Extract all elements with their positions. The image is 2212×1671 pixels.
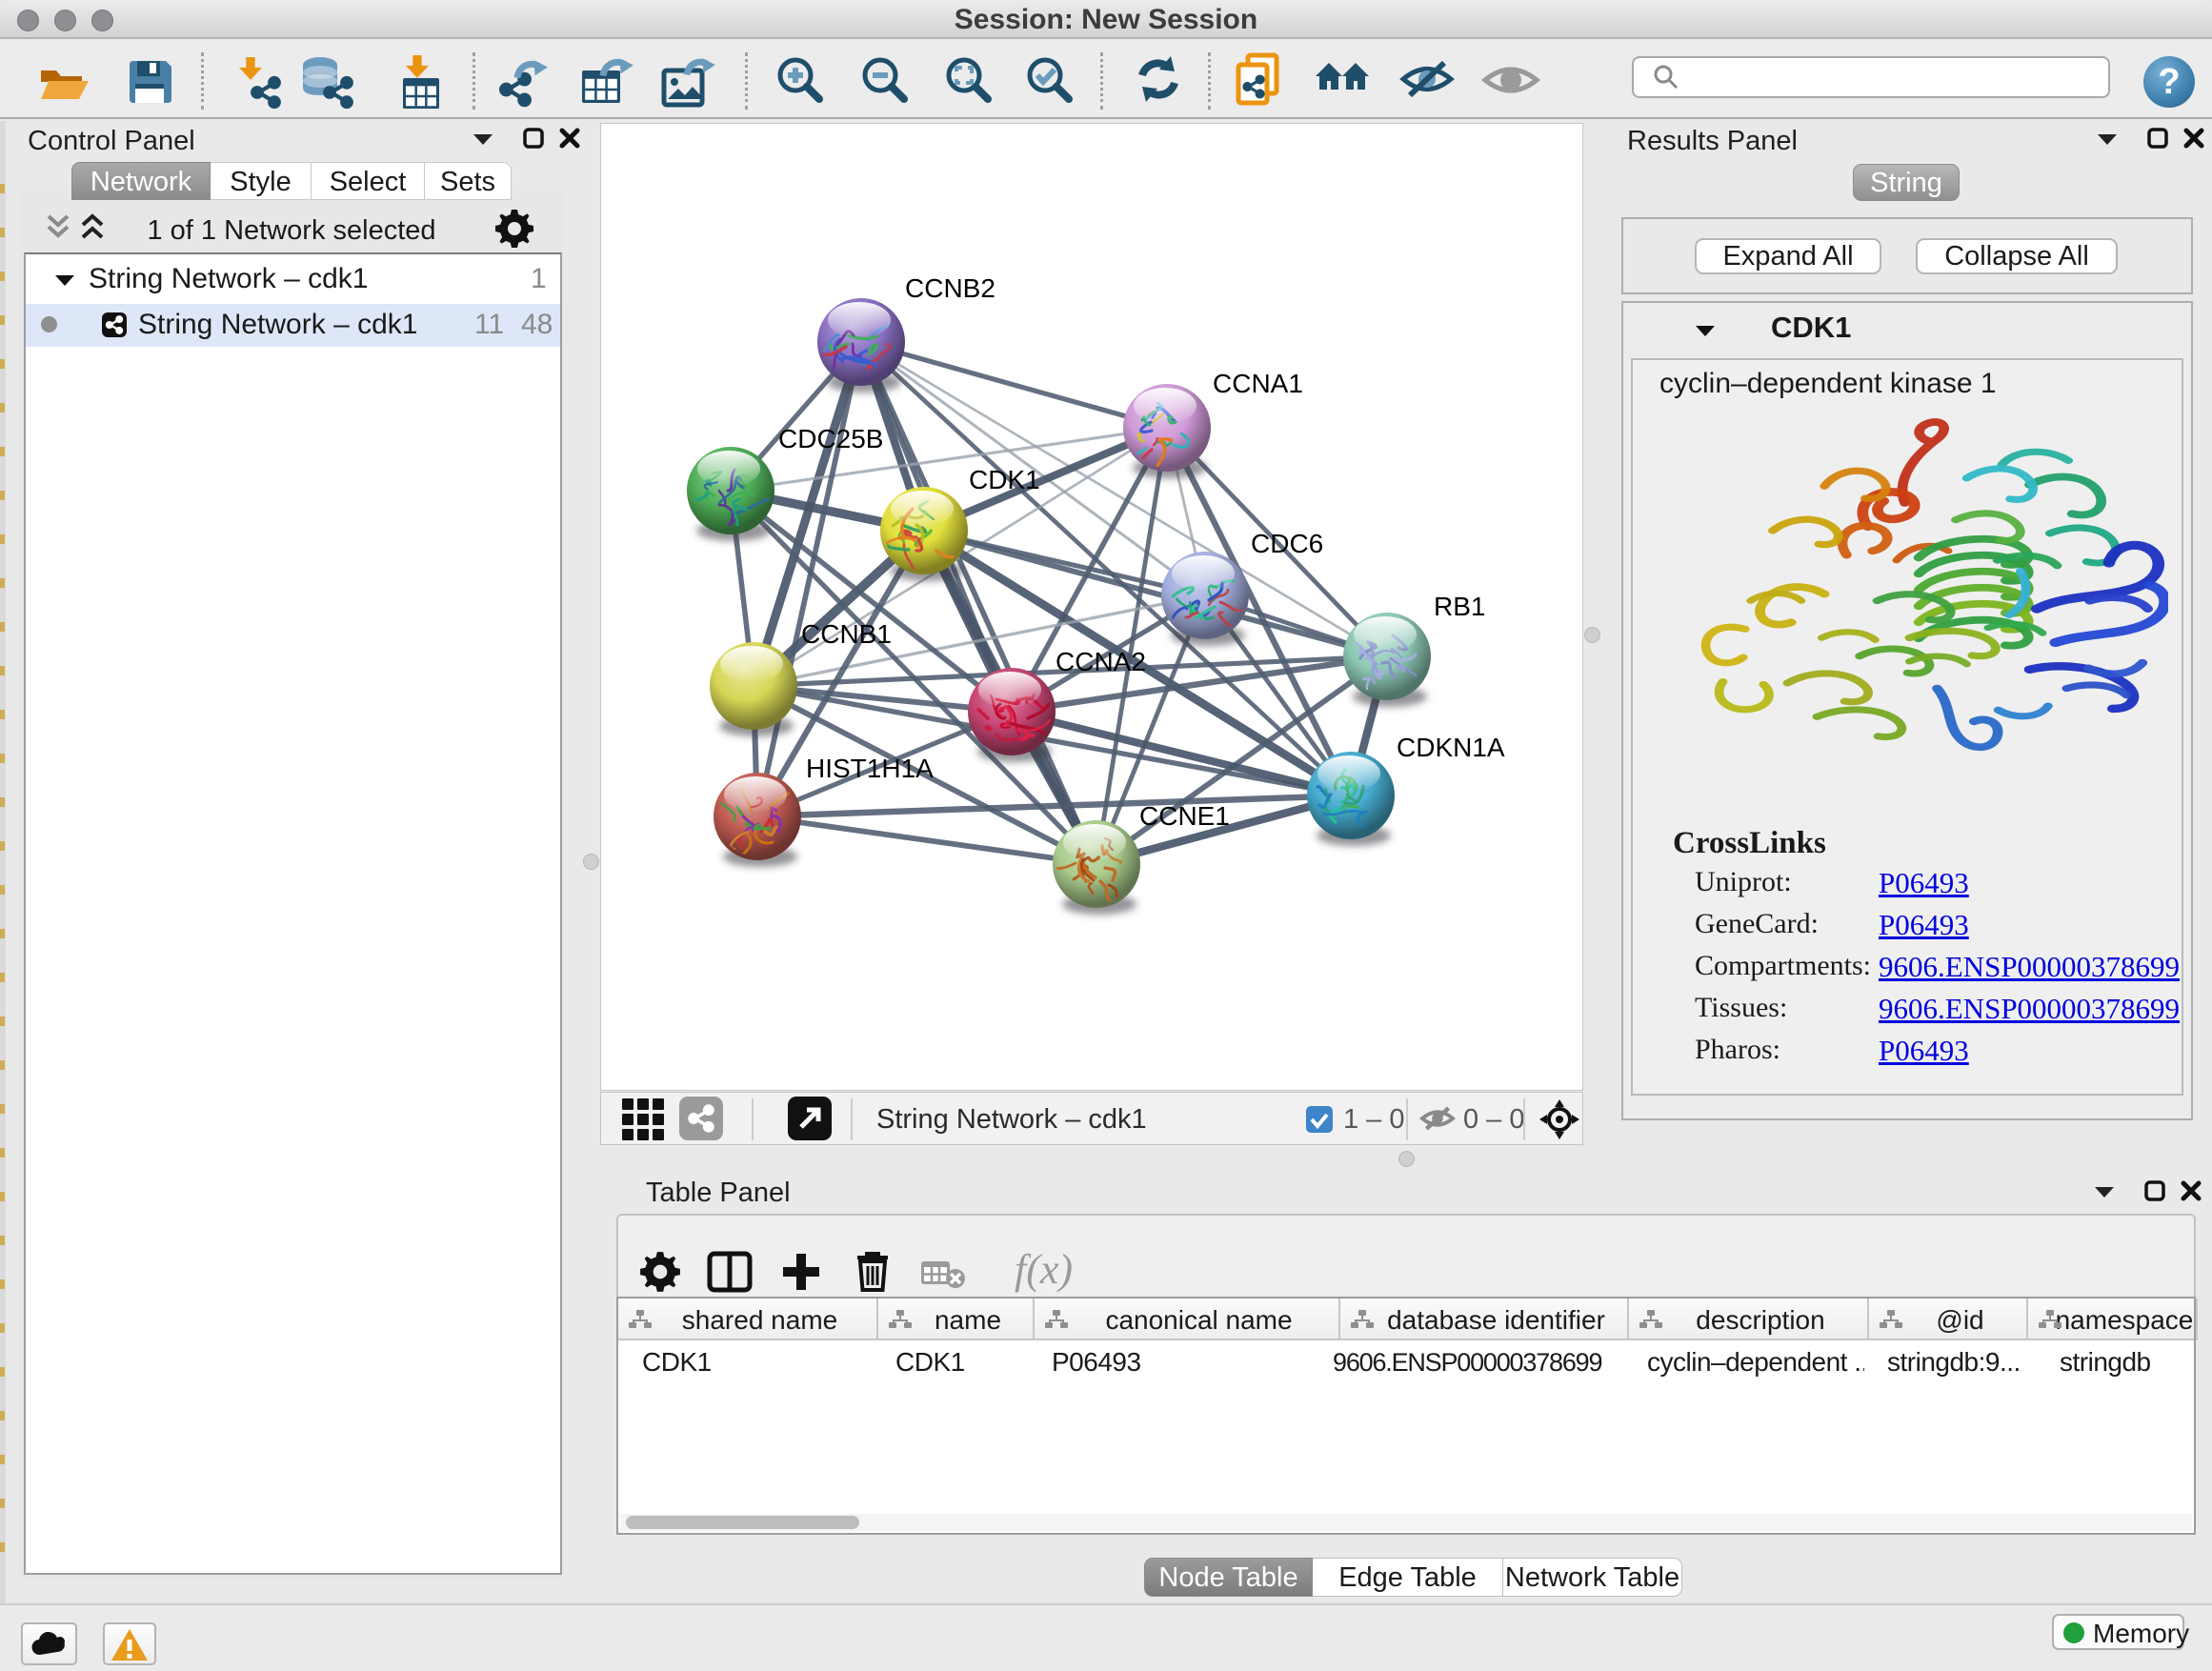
svg-text:CDK1: CDK1: [969, 465, 1040, 494]
svg-text:CCNA1: CCNA1: [1213, 369, 1303, 398]
svg-text:HIST1H1A: HIST1H1A: [806, 754, 934, 783]
svg-text:CDC6: CDC6: [1251, 529, 1323, 558]
svg-text:CDC25B: CDC25B: [778, 424, 883, 453]
svg-text:CCNB2: CCNB2: [905, 273, 995, 303]
svg-text:CCNE1: CCNE1: [1139, 801, 1230, 831]
svg-text:CCNA2: CCNA2: [1056, 647, 1146, 676]
svg-text:CCNB1: CCNB1: [801, 619, 892, 649]
svg-text:RB1: RB1: [1434, 592, 1485, 621]
svg-text:CDKN1A: CDKN1A: [1397, 733, 1505, 762]
